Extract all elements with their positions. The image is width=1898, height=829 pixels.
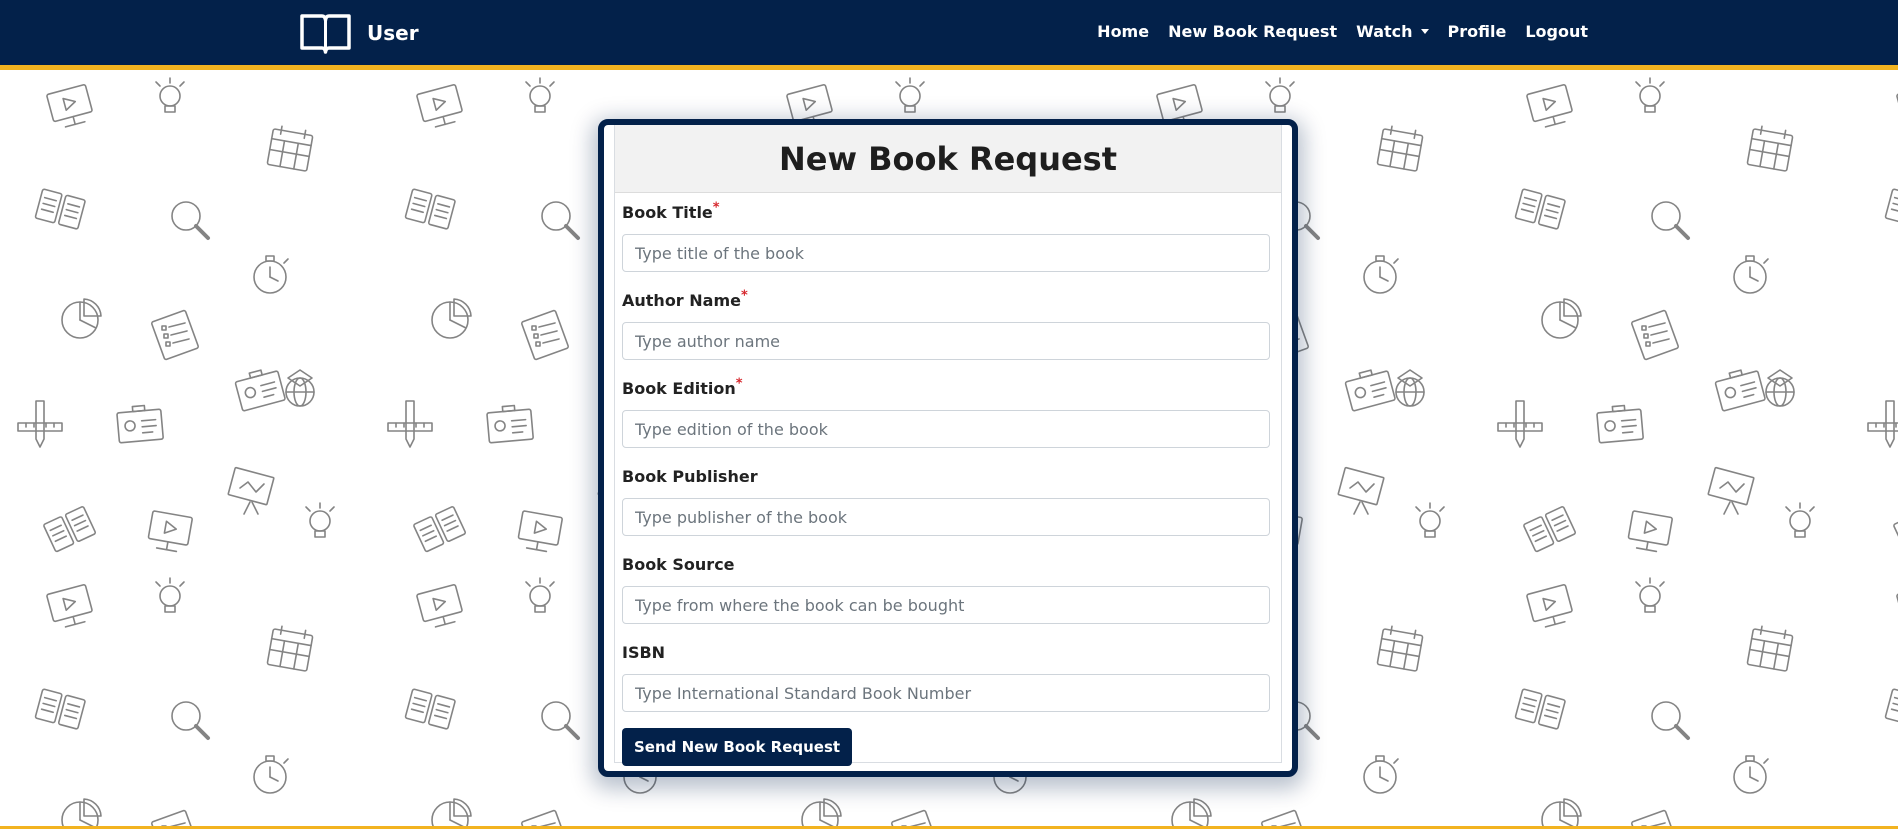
new-book-request-card: New Book Request Book Title* Author Name… <box>598 119 1298 777</box>
book-edition-input[interactable] <box>622 410 1270 448</box>
book-publisher-label: Book Publisher <box>622 467 758 486</box>
isbn-group: ISBN <box>622 643 1274 712</box>
nav-links: Home New Book Request Watch Profile Logo… <box>1097 22 1588 41</box>
caret-down-icon <box>1420 29 1429 34</box>
isbn-label: ISBN <box>622 643 666 662</box>
nav-watch-label: Watch <box>1356 22 1413 41</box>
book-edition-group: Book Edition* <box>622 376 1274 448</box>
nav-logout[interactable]: Logout <box>1525 22 1588 41</box>
book-title-group: Book Title* <box>622 200 1274 272</box>
nav-new-book-request[interactable]: New Book Request <box>1168 22 1337 41</box>
brand[interactable]: User <box>300 12 419 54</box>
send-new-book-request-button[interactable]: Send New Book Request <box>622 728 853 766</box>
isbn-input[interactable] <box>622 674 1270 712</box>
nav-watch-dropdown[interactable]: Watch <box>1356 22 1429 41</box>
author-name-group: Author Name* <box>622 288 1274 360</box>
card-header: New Book Request <box>615 125 1281 193</box>
nav-home[interactable]: Home <box>1097 22 1149 41</box>
book-edition-label: Book Edition* <box>622 376 743 398</box>
navbar: User Home New Book Request Watch Profile… <box>0 0 1898 70</box>
required-marker: * <box>735 376 743 392</box>
page-title: New Book Request <box>778 139 1118 178</box>
book-publisher-input[interactable] <box>622 498 1270 536</box>
required-marker: * <box>712 200 720 216</box>
required-marker: * <box>740 288 748 304</box>
book-source-input[interactable] <box>622 586 1270 624</box>
book-source-label: Book Source <box>622 555 735 574</box>
author-name-input[interactable] <box>622 322 1270 360</box>
card-inner: New Book Request Book Title* Author Name… <box>614 125 1282 766</box>
new-book-request-form: Book Title* Author Name* Book Edition* B… <box>615 193 1281 766</box>
book-publisher-group: Book Publisher <box>622 467 1274 536</box>
nav-profile[interactable]: Profile <box>1448 22 1507 41</box>
open-book-icon <box>300 14 351 54</box>
book-source-group: Book Source <box>622 555 1274 624</box>
book-title-input[interactable] <box>622 234 1270 272</box>
book-title-label: Book Title* <box>622 200 720 222</box>
author-name-label: Author Name* <box>622 288 748 310</box>
brand-text: User <box>367 21 419 45</box>
